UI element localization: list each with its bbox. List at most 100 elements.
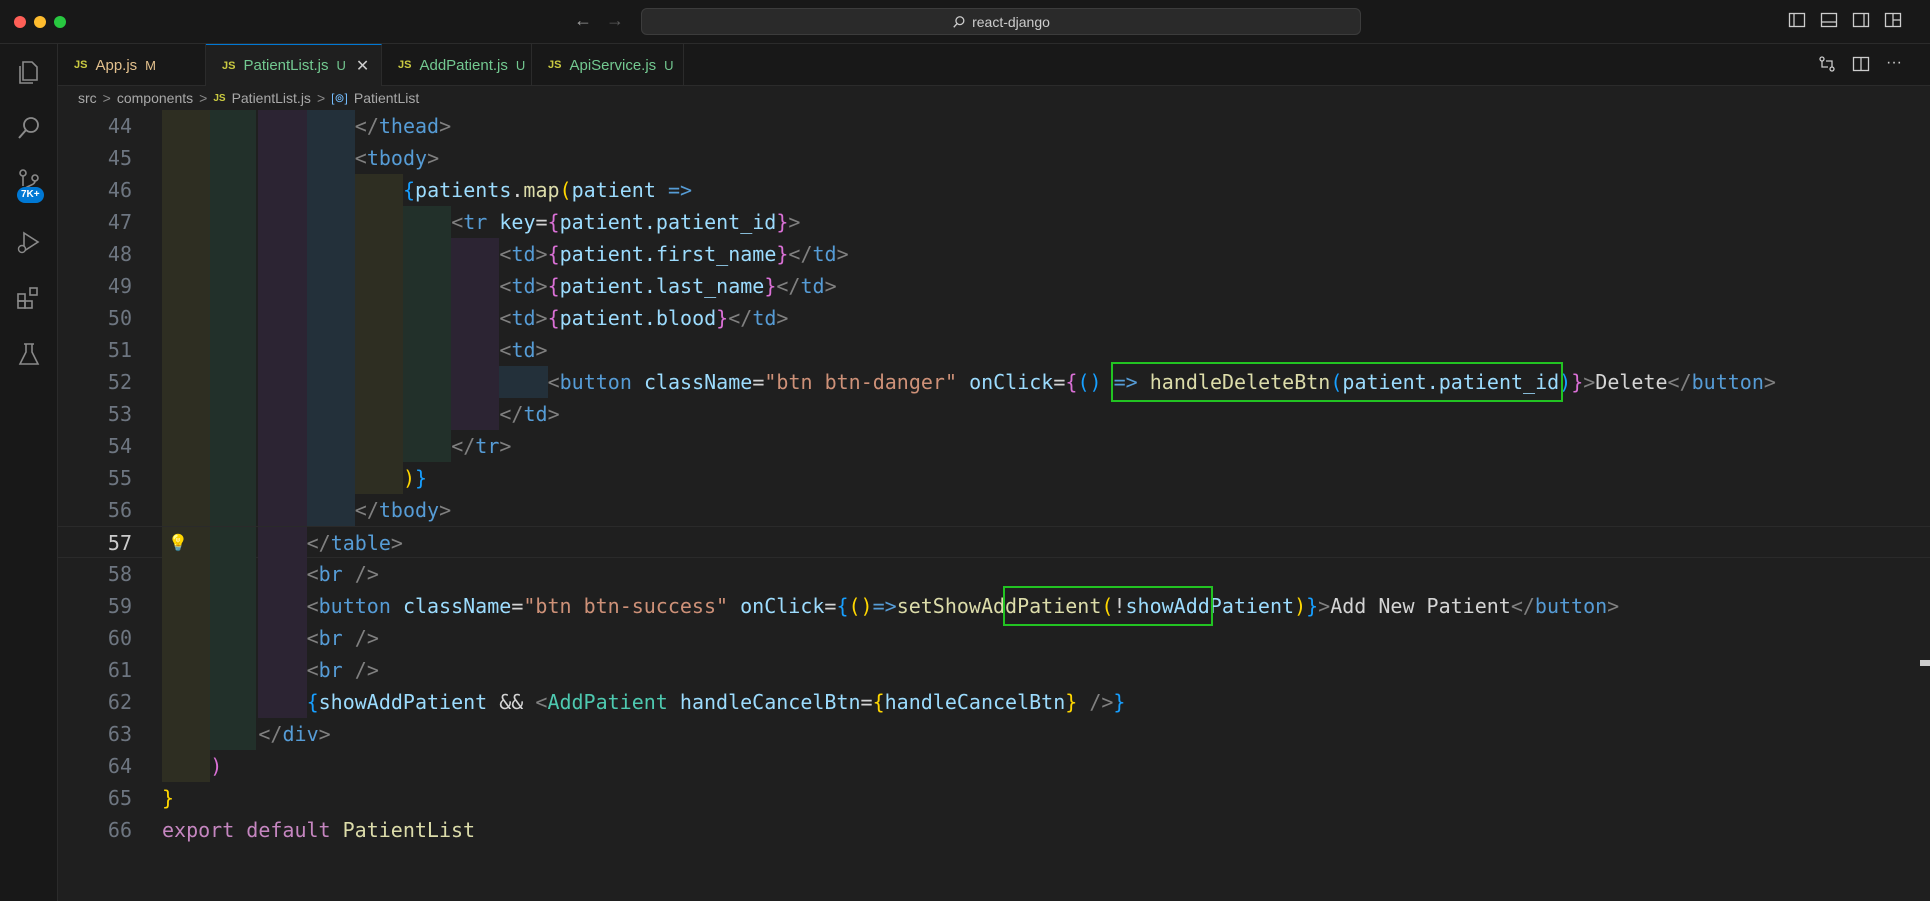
search-icon[interactable]: [15, 114, 43, 142]
code-text[interactable]: export default PatientList: [162, 814, 475, 846]
back-arrow-icon[interactable]: ←: [574, 10, 592, 31]
line-number[interactable]: 44: [58, 110, 132, 142]
code-line[interactable]: 56 </tbody>: [58, 494, 1930, 526]
code-line[interactable]: 46 {patients.map(patient =>: [58, 174, 1930, 206]
breadcrumb-item[interactable]: components: [117, 90, 193, 106]
code-text[interactable]: {patients.map(patient =>: [403, 174, 692, 206]
line-number[interactable]: 60: [58, 622, 132, 654]
code-text[interactable]: <td>{patient.first_name}</td>: [499, 238, 848, 270]
line-number[interactable]: 59: [58, 590, 132, 622]
code-text[interactable]: </table>: [307, 527, 403, 559]
code-text[interactable]: ): [210, 750, 222, 782]
code-line[interactable]: 64): [58, 750, 1930, 782]
line-number[interactable]: 46: [58, 174, 132, 206]
code-line[interactable]: 47 <tr key={patient.patient_id}>: [58, 206, 1930, 238]
code-line[interactable]: 57 </table> 💡: [58, 526, 1930, 559]
code-line[interactable]: 52 <button className="btn btn-danger" onC…: [58, 366, 1930, 398]
line-number[interactable]: 51: [58, 334, 132, 366]
code-line[interactable]: 65}: [58, 782, 1930, 814]
code-text[interactable]: {showAddPatient && <AddPatient handleCan…: [307, 686, 1126, 718]
close-tab-icon[interactable]: ✕: [356, 56, 369, 76]
toggle-secondary-sidebar-icon[interactable]: [1852, 11, 1870, 29]
code-text[interactable]: <br />: [307, 622, 379, 654]
code-text[interactable]: <button className="btn btn-success" onCl…: [307, 590, 1620, 622]
lightbulb-icon[interactable]: 💡: [168, 527, 188, 559]
zoom-window-button[interactable]: [54, 16, 66, 28]
close-window-button[interactable]: [14, 16, 26, 28]
chevron-right-icon: >: [102, 90, 111, 106]
breadcrumb-item[interactable]: PatientList.js: [232, 90, 311, 106]
code-line[interactable]: 59 <button className="btn btn-success" on…: [58, 590, 1930, 622]
extensions-icon[interactable]: [15, 284, 43, 312]
line-number[interactable]: 61: [58, 654, 132, 686]
line-number[interactable]: 66: [58, 814, 132, 846]
breadcrumb-item[interactable]: PatientList: [354, 90, 419, 106]
code-line[interactable]: 55)}: [58, 462, 1930, 494]
indent-guide: [258, 622, 307, 654]
tab-app-js[interactable]: JS App.js M: [58, 44, 206, 86]
open-changes-icon[interactable]: [1818, 55, 1836, 78]
code-line[interactable]: 66 export default PatientList: [58, 814, 1930, 846]
line-number[interactable]: 54: [58, 430, 132, 462]
tab-patientlist-js[interactable]: JS PatientList.js U ✕: [206, 44, 382, 86]
code-token: >: [535, 338, 548, 362]
tab-apiservice-js[interactable]: JS ApiService.js U: [532, 44, 684, 86]
line-number[interactable]: 65: [58, 782, 132, 814]
command-center-search[interactable]: react-django: [641, 8, 1361, 35]
line-number[interactable]: 63: [58, 718, 132, 750]
code-text[interactable]: </tr>: [451, 430, 511, 462]
code-text[interactable]: )}: [403, 462, 427, 494]
code-text[interactable]: }: [162, 782, 174, 814]
code-editor[interactable]: 44 </thead> 45 <tbody> 46 {patients.map(patie…: [58, 110, 1930, 901]
code-line[interactable]: 62 {showAddPatient && <AddPatient handleC…: [58, 686, 1930, 718]
code-text[interactable]: <tr key={patient.patient_id}>: [451, 206, 800, 238]
line-number[interactable]: 56: [58, 494, 132, 526]
code-text[interactable]: <tbody>: [355, 142, 439, 174]
code-line[interactable]: 63 </div>: [58, 718, 1930, 750]
tab-addpatient-js[interactable]: JS AddPatient.js U: [382, 44, 532, 86]
line-number[interactable]: 55: [58, 462, 132, 494]
line-number[interactable]: 48: [58, 238, 132, 270]
line-number[interactable]: 62: [58, 686, 132, 718]
code-line[interactable]: 49 <td>{patient.last_name}</td>: [58, 270, 1930, 302]
minimize-window-button[interactable]: [34, 16, 46, 28]
code-line[interactable]: 54 </tr>: [58, 430, 1930, 462]
breadcrumb-item[interactable]: src: [78, 90, 97, 106]
customize-layout-icon[interactable]: [1884, 11, 1902, 29]
line-number[interactable]: 58: [58, 558, 132, 590]
code-text[interactable]: <br />: [307, 654, 379, 686]
line-number[interactable]: 49: [58, 270, 132, 302]
code-line[interactable]: 58 <br />: [58, 558, 1930, 590]
code-line[interactable]: 61 <br />: [58, 654, 1930, 686]
code-text[interactable]: <td>{patient.blood}</td>: [499, 302, 788, 334]
line-number[interactable]: 45: [58, 142, 132, 174]
code-line[interactable]: 51 <td>: [58, 334, 1930, 366]
code-line[interactable]: 53 </td>: [58, 398, 1930, 430]
code-line[interactable]: 60 <br />: [58, 622, 1930, 654]
line-number[interactable]: 47: [58, 206, 132, 238]
toggle-panel-icon[interactable]: [1820, 11, 1838, 29]
code-text[interactable]: </tbody>: [355, 494, 451, 526]
code-text[interactable]: </td>: [499, 398, 559, 430]
line-number[interactable]: 50: [58, 302, 132, 334]
code-text[interactable]: <td>: [499, 334, 547, 366]
code-text[interactable]: </thead>: [355, 110, 451, 142]
code-text[interactable]: </div>: [258, 718, 330, 750]
forward-arrow-icon[interactable]: →: [606, 10, 624, 31]
split-editor-icon[interactable]: [1852, 55, 1870, 78]
code-line[interactable]: 44 </thead>: [58, 110, 1930, 142]
code-text[interactable]: <td>{patient.last_name}</td>: [499, 270, 836, 302]
code-text[interactable]: <br />: [307, 558, 379, 590]
more-actions-icon[interactable]: ···: [1886, 55, 1902, 78]
explorer-icon[interactable]: [15, 58, 43, 86]
run-debug-icon[interactable]: [15, 228, 43, 256]
code-line[interactable]: 45 <tbody>: [58, 142, 1930, 174]
line-number[interactable]: 53: [58, 398, 132, 430]
code-line[interactable]: 48 <td>{patient.first_name}</td>: [58, 238, 1930, 270]
toggle-primary-sidebar-icon[interactable]: [1788, 11, 1806, 29]
code-line[interactable]: 50 <td>{patient.blood}</td>: [58, 302, 1930, 334]
line-number[interactable]: 64: [58, 750, 132, 782]
testing-flask-icon[interactable]: [15, 340, 43, 368]
line-number[interactable]: 57: [58, 527, 132, 559]
line-number[interactable]: 52: [58, 366, 132, 398]
